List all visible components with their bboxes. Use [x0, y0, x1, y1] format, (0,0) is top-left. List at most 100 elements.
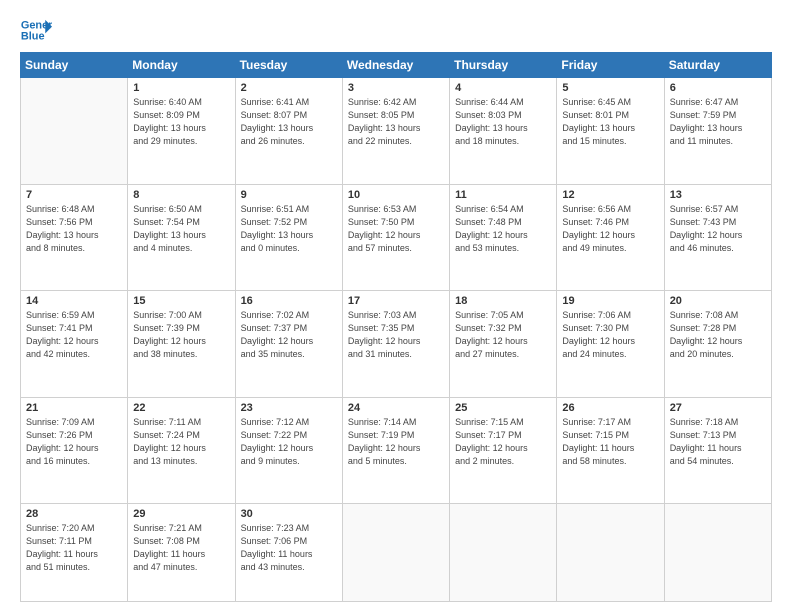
day-info: Sunrise: 6:57 AM Sunset: 7:43 PM Dayligh…	[670, 203, 766, 255]
day-number: 17	[348, 295, 444, 307]
day-info: Sunrise: 7:23 AM Sunset: 7:06 PM Dayligh…	[241, 522, 337, 574]
calendar-cell: 13 Sunrise: 6:57 AM Sunset: 7:43 PM Dayli…	[664, 184, 771, 291]
day-number: 24	[348, 402, 444, 414]
calendar-week-row: 21Sunrise: 7:09 AM Sunset: 7:26 PM Dayli…	[21, 397, 772, 504]
calendar-cell: 17 Sunrise: 7:03 AM Sunset: 7:35 PM Dayli…	[342, 291, 449, 398]
calendar-cell: 9Sunrise: 6:51 AM Sunset: 7:52 PM Daylig…	[235, 184, 342, 291]
day-info: Sunrise: 6:48 AM Sunset: 7:56 PM Dayligh…	[26, 203, 122, 255]
calendar-table: SundayMondayTuesdayWednesdayThursdayFrid…	[20, 52, 772, 602]
calendar-cell: 7 Sunrise: 6:48 AM Sunset: 7:56 PM Daylig…	[21, 184, 128, 291]
calendar-week-row: 28Sunrise: 7:20 AM Sunset: 7:11 PM Dayli…	[21, 504, 772, 602]
calendar-cell: 20Sunrise: 7:08 AM Sunset: 7:28 PM Dayli…	[664, 291, 771, 398]
weekday-header: Wednesday	[342, 53, 449, 78]
day-info: Sunrise: 7:06 AM Sunset: 7:30 PM Dayligh…	[562, 309, 658, 361]
day-number: 28	[26, 508, 122, 520]
day-number: 1	[133, 82, 229, 94]
calendar-cell: 27 Sunrise: 7:18 AM Sunset: 7:13 PM Dayli…	[664, 397, 771, 504]
day-info: Sunrise: 6:41 AM Sunset: 8:07 PM Dayligh…	[241, 96, 337, 148]
day-info: Sunrise: 6:56 AM Sunset: 7:46 PM Dayligh…	[562, 203, 658, 255]
calendar-cell: 18 Sunrise: 7:05 AM Sunset: 7:32 PM Dayli…	[450, 291, 557, 398]
calendar-cell: 8 Sunrise: 6:50 AM Sunset: 7:54 PM Daylig…	[128, 184, 235, 291]
day-number: 10	[348, 189, 444, 201]
day-number: 29	[133, 508, 229, 520]
day-number: 20	[670, 295, 766, 307]
calendar-cell	[664, 504, 771, 602]
calendar-cell: 15 Sunrise: 7:00 AM Sunset: 7:39 PM Dayli…	[128, 291, 235, 398]
calendar-cell: 23 Sunrise: 7:12 AM Sunset: 7:22 PM Dayli…	[235, 397, 342, 504]
calendar-cell: 21Sunrise: 7:09 AM Sunset: 7:26 PM Dayli…	[21, 397, 128, 504]
calendar-cell: 11 Sunrise: 6:54 AM Sunset: 7:48 PM Dayli…	[450, 184, 557, 291]
day-info: Sunrise: 7:09 AM Sunset: 7:26 PM Dayligh…	[26, 416, 122, 468]
calendar-cell: 1 Sunrise: 6:40 AM Sunset: 8:09 PM Daylig…	[128, 78, 235, 185]
calendar-cell: 16 Sunrise: 7:02 AM Sunset: 7:37 PM Dayli…	[235, 291, 342, 398]
day-info: Sunrise: 6:50 AM Sunset: 7:54 PM Dayligh…	[133, 203, 229, 255]
day-number: 6	[670, 82, 766, 94]
calendar-cell	[557, 504, 664, 602]
calendar-cell: 29 Sunrise: 7:21 AM Sunset: 7:08 PM Dayli…	[128, 504, 235, 602]
day-number: 13	[670, 189, 766, 201]
day-number: 16	[241, 295, 337, 307]
day-number: 15	[133, 295, 229, 307]
day-info: Sunrise: 7:02 AM Sunset: 7:37 PM Dayligh…	[241, 309, 337, 361]
day-number: 27	[670, 402, 766, 414]
day-info: Sunrise: 6:59 AM Sunset: 7:41 PM Dayligh…	[26, 309, 122, 361]
day-number: 14	[26, 295, 122, 307]
weekday-header: Thursday	[450, 53, 557, 78]
weekday-header: Tuesday	[235, 53, 342, 78]
calendar-cell: 10Sunrise: 6:53 AM Sunset: 7:50 PM Dayli…	[342, 184, 449, 291]
day-info: Sunrise: 6:40 AM Sunset: 8:09 PM Dayligh…	[133, 96, 229, 148]
weekday-header: Saturday	[664, 53, 771, 78]
calendar-cell: 22 Sunrise: 7:11 AM Sunset: 7:24 PM Dayli…	[128, 397, 235, 504]
day-number: 4	[455, 82, 551, 94]
day-info: Sunrise: 7:15 AM Sunset: 7:17 PM Dayligh…	[455, 416, 551, 468]
day-info: Sunrise: 6:45 AM Sunset: 8:01 PM Dayligh…	[562, 96, 658, 148]
day-number: 8	[133, 189, 229, 201]
calendar-cell: 19 Sunrise: 7:06 AM Sunset: 7:30 PM Dayli…	[557, 291, 664, 398]
calendar-cell: 12 Sunrise: 6:56 AM Sunset: 7:46 PM Dayli…	[557, 184, 664, 291]
day-number: 23	[241, 402, 337, 414]
day-info: Sunrise: 7:14 AM Sunset: 7:19 PM Dayligh…	[348, 416, 444, 468]
day-info: Sunrise: 7:17 AM Sunset: 7:15 PM Dayligh…	[562, 416, 658, 468]
header: General Blue	[20, 16, 772, 44]
day-info: Sunrise: 7:18 AM Sunset: 7:13 PM Dayligh…	[670, 416, 766, 468]
calendar-week-row: 7 Sunrise: 6:48 AM Sunset: 7:56 PM Daylig…	[21, 184, 772, 291]
day-info: Sunrise: 6:54 AM Sunset: 7:48 PM Dayligh…	[455, 203, 551, 255]
day-number: 19	[562, 295, 658, 307]
day-number: 2	[241, 82, 337, 94]
day-number: 18	[455, 295, 551, 307]
calendar-cell: 6 Sunrise: 6:47 AM Sunset: 7:59 PM Daylig…	[664, 78, 771, 185]
calendar-cell	[342, 504, 449, 602]
day-info: Sunrise: 7:11 AM Sunset: 7:24 PM Dayligh…	[133, 416, 229, 468]
calendar-cell: 4 Sunrise: 6:44 AM Sunset: 8:03 PM Daylig…	[450, 78, 557, 185]
calendar-cell: 24 Sunrise: 7:14 AM Sunset: 7:19 PM Dayli…	[342, 397, 449, 504]
day-info: Sunrise: 7:00 AM Sunset: 7:39 PM Dayligh…	[133, 309, 229, 361]
day-number: 25	[455, 402, 551, 414]
calendar-cell: 3Sunrise: 6:42 AM Sunset: 8:05 PM Daylig…	[342, 78, 449, 185]
day-number: 22	[133, 402, 229, 414]
day-number: 7	[26, 189, 122, 201]
weekday-header: Friday	[557, 53, 664, 78]
day-number: 11	[455, 189, 551, 201]
day-number: 9	[241, 189, 337, 201]
calendar-cell	[450, 504, 557, 602]
day-number: 30	[241, 508, 337, 520]
day-number: 5	[562, 82, 658, 94]
calendar-cell	[21, 78, 128, 185]
calendar-cell: 30 Sunrise: 7:23 AM Sunset: 7:06 PM Dayli…	[235, 504, 342, 602]
logo: General Blue	[20, 16, 52, 44]
day-info: Sunrise: 7:12 AM Sunset: 7:22 PM Dayligh…	[241, 416, 337, 468]
calendar-cell: 25 Sunrise: 7:15 AM Sunset: 7:17 PM Dayli…	[450, 397, 557, 504]
day-info: Sunrise: 7:03 AM Sunset: 7:35 PM Dayligh…	[348, 309, 444, 361]
day-info: Sunrise: 7:05 AM Sunset: 7:32 PM Dayligh…	[455, 309, 551, 361]
calendar-cell: 28Sunrise: 7:20 AM Sunset: 7:11 PM Dayli…	[21, 504, 128, 602]
calendar-week-row: 14 Sunrise: 6:59 AM Sunset: 7:41 PM Dayli…	[21, 291, 772, 398]
calendar-cell: 26Sunrise: 7:17 AM Sunset: 7:15 PM Dayli…	[557, 397, 664, 504]
day-info: Sunrise: 7:21 AM Sunset: 7:08 PM Dayligh…	[133, 522, 229, 574]
day-info: Sunrise: 6:44 AM Sunset: 8:03 PM Dayligh…	[455, 96, 551, 148]
logo-icon: General Blue	[20, 16, 52, 44]
day-number: 12	[562, 189, 658, 201]
day-info: Sunrise: 6:47 AM Sunset: 7:59 PM Dayligh…	[670, 96, 766, 148]
calendar-header-row: SundayMondayTuesdayWednesdayThursdayFrid…	[21, 53, 772, 78]
calendar-cell: 14 Sunrise: 6:59 AM Sunset: 7:41 PM Dayli…	[21, 291, 128, 398]
weekday-header: Sunday	[21, 53, 128, 78]
